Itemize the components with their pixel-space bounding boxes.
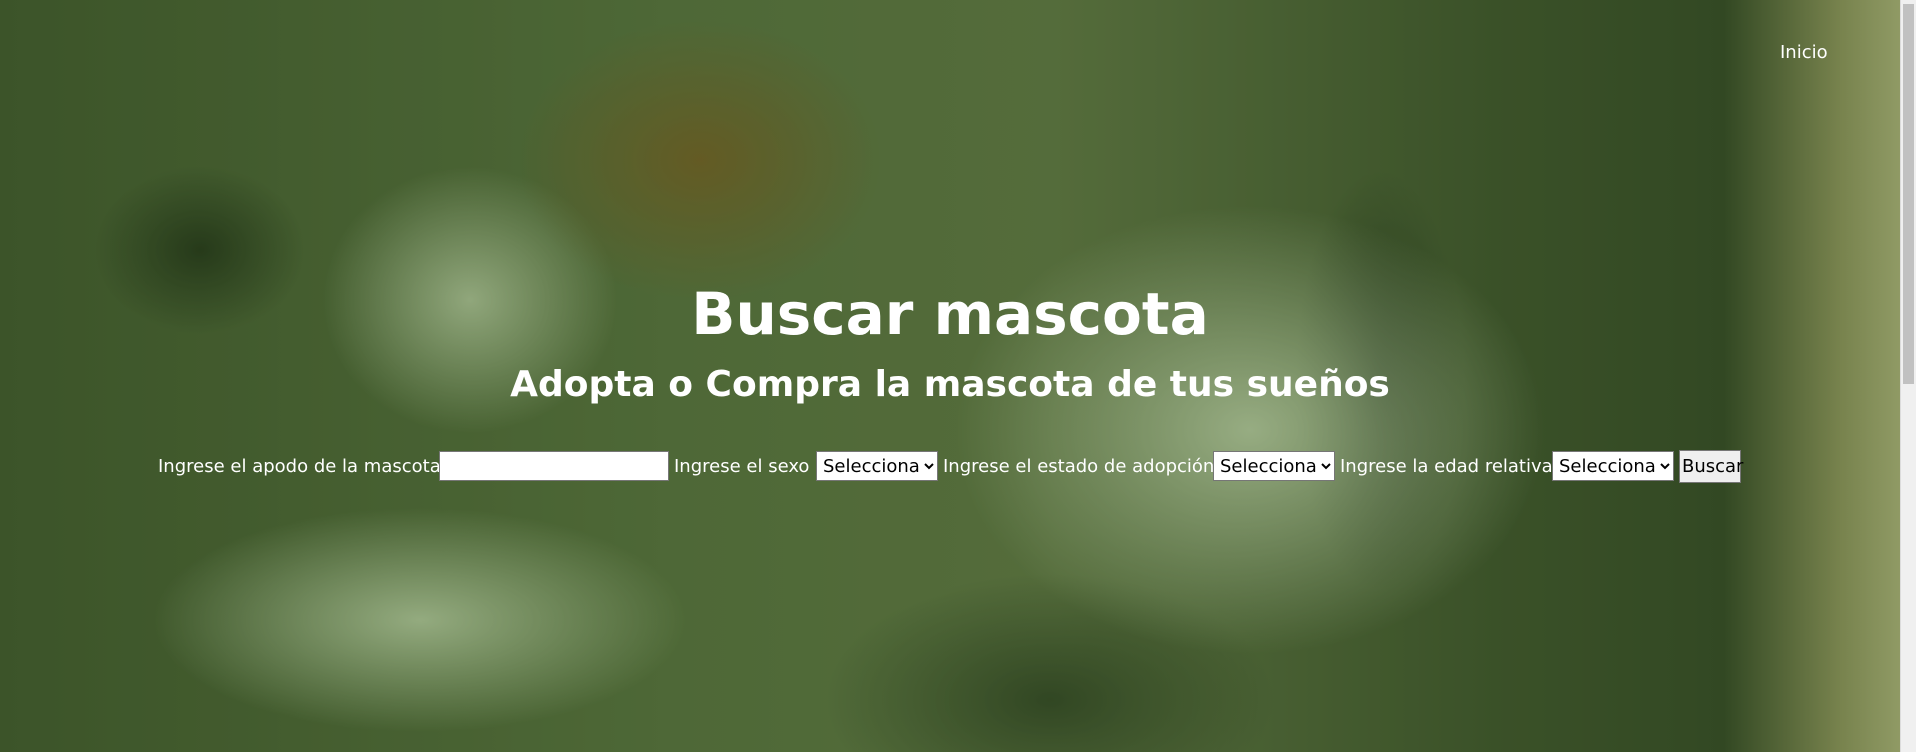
hero-section: Inicio Buscar mascota Adopta o Compra la…: [0, 0, 1916, 752]
age-select[interactable]: Selecciona: [1552, 451, 1674, 481]
nickname-input[interactable]: [439, 451, 669, 481]
page-subtitle: Adopta o Compra la mascota de tus sueños: [510, 364, 1390, 405]
adoption-status-select[interactable]: Selecciona: [1213, 451, 1335, 481]
search-button[interactable]: Buscar: [1679, 450, 1743, 483]
sex-label: Ingrese el sexo: [674, 456, 810, 477]
nickname-label: Ingrese el apodo de la mascota: [158, 456, 441, 477]
page-title: Buscar mascota: [691, 280, 1209, 348]
vertical-scrollbar[interactable]: [1900, 0, 1916, 752]
sex-select[interactable]: Selecciona: [816, 451, 938, 481]
nav-link-inicio[interactable]: Inicio: [1780, 42, 1828, 63]
adoption-status-label: Ingrese el estado de adopción: [943, 456, 1215, 477]
age-label: Ingrese la edad relativa: [1340, 456, 1553, 477]
scrollbar-thumb[interactable]: [1903, 4, 1914, 384]
